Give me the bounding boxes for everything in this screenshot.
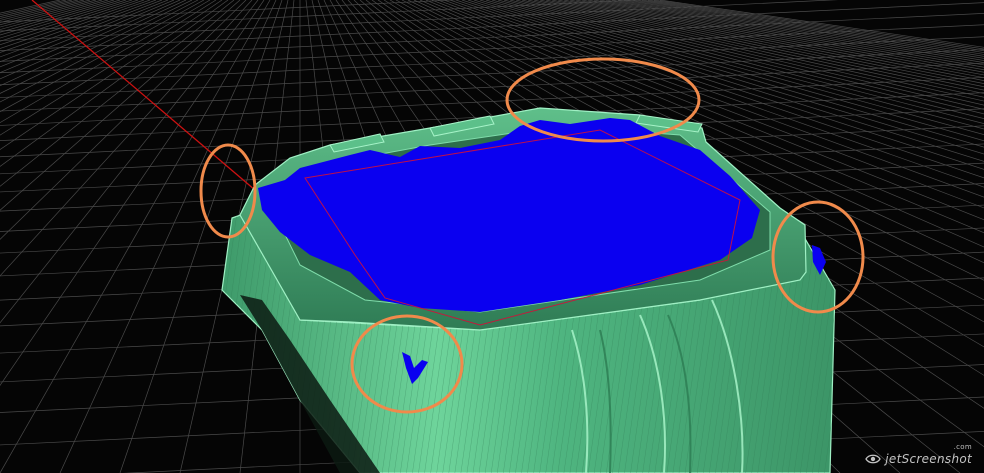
- grid-line: [0, 0, 169, 68]
- grid-line: [0, 0, 91, 23]
- grid-line: [0, 0, 175, 73]
- grid-line: [0, 36, 984, 86]
- watermark-suffix: .com: [953, 443, 972, 451]
- grid-line: [0, 0, 187, 87]
- grid-line: [0, 0, 193, 94]
- grid-line: [0, 0, 163, 63]
- watermark: jetScreenshot .com: [865, 443, 972, 466]
- 3d-viewport[interactable]: jetScreenshot .com: [0, 0, 984, 473]
- grid-line: [0, 0, 133, 42]
- grid-line: [0, 0, 103, 28]
- grid-line: [0, 0, 97, 26]
- viewport-scene[interactable]: [0, 0, 984, 473]
- annotation-circle-left: [199, 143, 257, 239]
- grid-line: [0, 0, 127, 39]
- grid-line: [0, 0, 157, 58]
- grid-line: [0, 0, 145, 49]
- grid-line: [0, 24, 984, 74]
- grid-line: [0, 0, 115, 33]
- eye-icon: [865, 454, 882, 464]
- grid-line: [0, 49, 984, 98]
- grid-line: [0, 0, 109, 30]
- watermark-text: jetScreenshot: [885, 452, 972, 466]
- grid-line: [0, 0, 181, 80]
